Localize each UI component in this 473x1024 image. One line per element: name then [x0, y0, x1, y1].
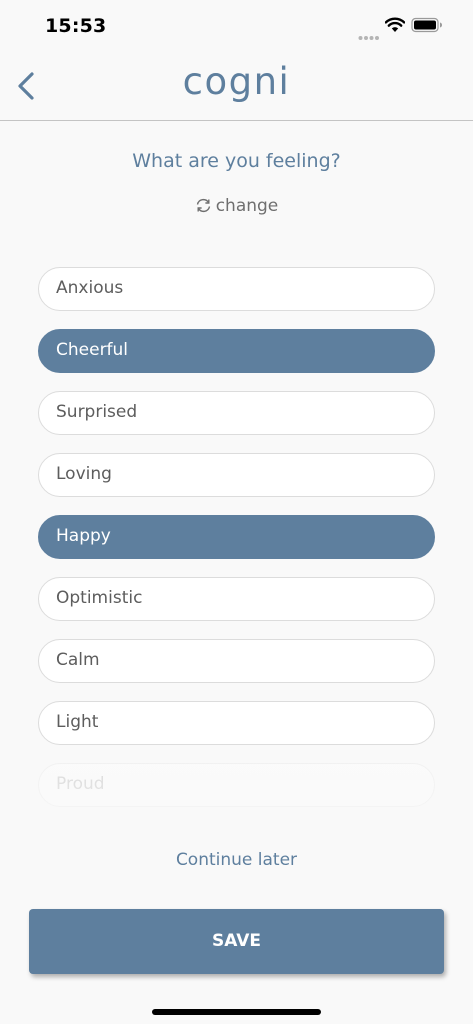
- app-logo: cogni: [182, 60, 291, 103]
- feeling-option-light[interactable]: Light: [38, 701, 435, 745]
- wifi-icon: [384, 17, 406, 37]
- feeling-option-surprised[interactable]: Surprised: [38, 391, 435, 435]
- feeling-option-calm[interactable]: Calm: [38, 639, 435, 683]
- home-indicator: [152, 1009, 321, 1015]
- feeling-option-happy[interactable]: Happy: [38, 515, 435, 559]
- battery-icon: [411, 17, 443, 37]
- change-label: change: [215, 196, 279, 216]
- cellular-signal-icon: [358, 26, 380, 45]
- save-button[interactable]: SAVE: [29, 909, 444, 974]
- feeling-option-loving[interactable]: Loving: [38, 453, 435, 497]
- continue-later-link[interactable]: Continue later: [0, 850, 473, 870]
- feeling-option-anxious[interactable]: Anxious: [38, 267, 435, 311]
- feeling-option-cheerful[interactable]: Cheerful: [38, 329, 435, 373]
- question-title: What are you feeling?: [132, 150, 341, 172]
- refresh-icon: [196, 198, 210, 213]
- header-divider: [0, 120, 473, 121]
- feelings-list: Anxious Cheerful Surprised Loving Happy …: [38, 267, 435, 825]
- feeling-option-optimistic[interactable]: Optimistic: [38, 577, 435, 621]
- change-button[interactable]: change: [0, 196, 473, 216]
- nav-bar: cogni: [0, 54, 473, 120]
- feeling-option-proud[interactable]: Proud: [38, 763, 435, 807]
- status-bar: 15:53: [0, 0, 473, 54]
- status-time: 15:53: [45, 15, 107, 37]
